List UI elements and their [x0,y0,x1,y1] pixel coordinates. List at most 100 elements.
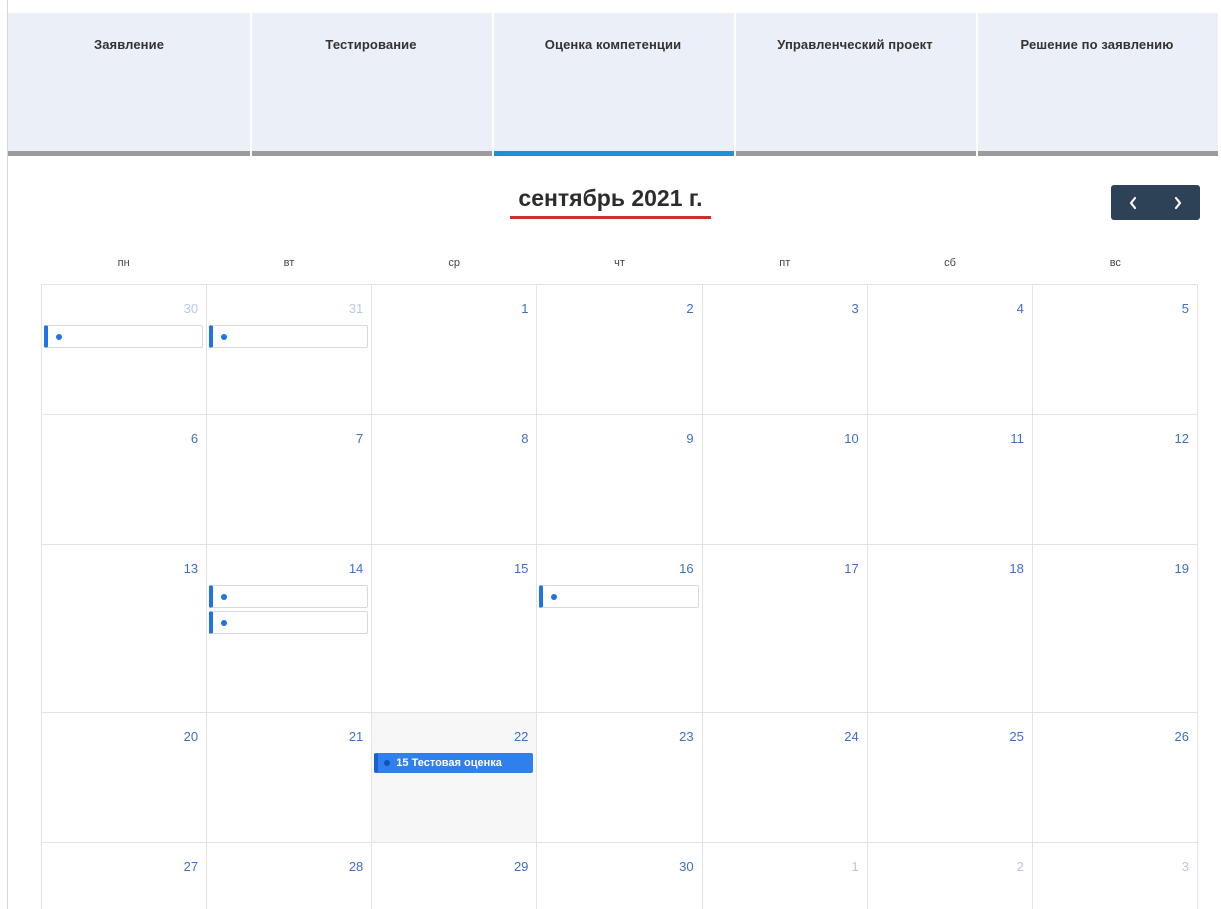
day-cell[interactable]: 4 [867,285,1033,415]
day-number: 1 [851,859,859,874]
prev-month-button[interactable] [1111,185,1156,220]
day-number: 13 [183,561,199,576]
tab-management-project[interactable]: Управленческий проект [734,13,976,156]
weekday-label: чт [614,257,625,269]
tab-label: Тестирование [325,37,417,52]
day-cell[interactable]: 20 [42,713,208,843]
day-cell[interactable]: 29 [372,843,538,909]
day-number: 31 [348,301,364,316]
day-cell[interactable]: 3 [702,285,868,415]
day-cell[interactable]: 14 [207,545,373,713]
event-dot-icon [56,333,62,340]
day-number: 5 [1181,301,1189,316]
day-number: 26 [1174,729,1189,744]
day-cell[interactable]: 26 [1032,713,1198,843]
day-events [209,585,369,637]
tab-label: Решение по заявлению [1020,37,1174,52]
day-number: 15 [513,561,529,576]
calendar-event[interactable] [209,611,369,634]
calendar-event[interactable]: 15 Тестовая оценка [374,753,534,773]
day-number: 9 [686,431,694,446]
calendar-event[interactable] [209,325,369,348]
day-cell[interactable]: 10 [702,415,868,545]
day-number: 3 [851,301,859,316]
day-cell[interactable]: 19 [1032,545,1198,713]
day-cell[interactable]: 12 [1032,415,1198,545]
day-cell[interactable]: 13 [42,545,208,713]
day-cell[interactable]: 2 [537,285,703,415]
weekday-label: пн [117,257,130,269]
day-number: 30 [679,859,694,874]
tab-label: Заявление [93,37,165,52]
day-cell[interactable]: 24 [702,713,868,843]
month-navigation [1111,185,1200,220]
day-cell[interactable]: 25 [867,713,1033,843]
calendar-week: 27 28 29 30 1 2 3 [42,843,1198,909]
day-cell[interactable]: 1 [703,843,868,909]
day-cell[interactable]: 15 [372,545,538,713]
tab-progress-bar [736,151,976,156]
day-number: 24 [844,729,859,744]
day-cell[interactable]: 7 [207,415,373,545]
tab-application[interactable]: Заявление [8,13,250,156]
weekday-header: пн вт ср чт пт сб вс [41,257,1198,269]
day-number: 6 [190,431,199,446]
day-cell[interactable]: 6 [42,415,208,545]
day-cell-today[interactable]: 22 15 Тестовая оценка [372,713,538,843]
day-cell[interactable]: 5 [1032,285,1198,415]
tab-progress-bar [978,151,1218,156]
day-cell[interactable]: 30 [42,285,208,415]
day-number: 14 [348,561,364,576]
tab-competence-assessment[interactable]: Оценка компетенции [492,13,734,156]
day-number: 20 [183,729,199,744]
day-cell[interactable]: 27 [42,843,208,909]
day-cell[interactable]: 8 [372,415,538,545]
calendar-week: 13 14 15 16 17 18 19 [42,545,1198,713]
event-dot-icon [221,619,228,626]
day-cell[interactable]: 17 [702,545,868,713]
event-dot-icon [221,333,228,340]
day-cell[interactable]: 21 [207,713,373,843]
day-cell[interactable]: 23 [537,713,703,843]
day-cell[interactable]: 9 [537,415,703,545]
day-cell[interactable]: 31 [207,285,373,415]
day-number: 7 [356,431,364,446]
event-dot-icon [551,593,558,600]
day-number: 12 [1174,431,1189,446]
day-events [44,325,204,351]
day-number: 28 [348,859,364,874]
calendar-event[interactable] [539,585,699,608]
event-dot-icon [221,593,228,600]
day-cell[interactable]: 18 [867,545,1033,713]
tab-progress-bar [252,151,492,156]
event-title: 15 Тестовая оценка [396,757,502,769]
next-month-button[interactable] [1156,185,1201,220]
day-number: 10 [844,431,859,446]
tab-label: Оценка компетенции [544,37,682,52]
tab-label: Управленческий проект [777,37,933,52]
tab-testing[interactable]: Тестирование [250,13,492,156]
weekday-label: ср [448,257,461,269]
event-dot-icon [384,760,391,766]
day-number: 2 [686,301,694,316]
day-number: 3 [1181,859,1189,874]
day-number: 16 [679,561,694,576]
calendar-week: 30 31 1 2 3 4 5 [42,285,1198,415]
day-number: 27 [183,859,199,874]
day-cell[interactable]: 30 [537,843,703,909]
process-tabs: Заявление Тестирование Оценка компетенци… [8,13,1218,156]
day-cell[interactable]: 28 [207,843,373,909]
day-cell[interactable]: 3 [1033,843,1198,909]
day-cell[interactable]: 11 [867,415,1033,545]
calendar-header: сентябрь 2021 г. [0,185,1221,219]
day-number: 17 [844,561,859,576]
day-cell[interactable]: 1 [372,285,538,415]
day-number: 25 [1009,729,1024,744]
day-cell[interactable]: 16 [537,545,703,713]
day-number: 1 [521,301,529,316]
calendar-event[interactable] [209,585,369,608]
day-number: 21 [348,729,364,744]
calendar-event[interactable] [44,325,204,348]
day-cell[interactable]: 2 [868,843,1033,909]
tab-application-decision[interactable]: Решение по заявлению [976,13,1218,156]
